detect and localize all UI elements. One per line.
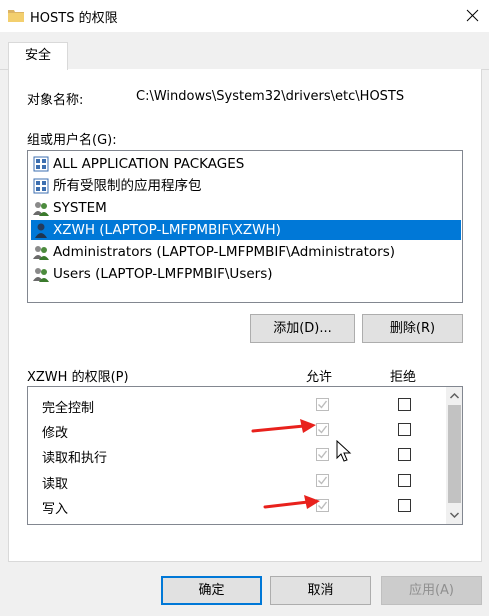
user-row-restricted-packages[interactable]: 所有受限制的应用程序包 (31, 176, 461, 196)
user-row-label: Administrators (LAPTOP-LMFPMBIF\Administ… (53, 244, 396, 260)
ok-button[interactable]: 确定 (161, 576, 262, 605)
allow-column-header: 允许 (306, 370, 333, 385)
permission-name: 读取 (42, 477, 69, 492)
cancel-button[interactable]: 取消 (270, 576, 371, 605)
permission-name: 读取和执行 (42, 451, 108, 466)
group-list-label: 组或用户名(G): (27, 133, 117, 148)
close-icon (466, 9, 479, 22)
users-group-icon (33, 202, 49, 216)
title-bar: HOSTS 的权限 (0, 0, 489, 32)
user-row-label: Users (LAPTOP-LMFPMBIF\Users) (53, 266, 273, 282)
users-group-icon (33, 268, 49, 282)
deny-checkbox[interactable] (398, 474, 411, 487)
object-name-value: C:\Windows\System32\drivers\etc\HOSTS (136, 89, 405, 104)
red-arrow-icon (251, 419, 316, 433)
permissions-list: 完全控制 修改 读取和执行 读取 写入 (27, 386, 463, 525)
user-row-label: 所有受限制的应用程序包 (53, 178, 202, 194)
user-icon (35, 223, 47, 238)
scroll-up-icon[interactable] (446, 389, 463, 403)
permission-row-write: 写入 (42, 496, 442, 517)
deny-checkbox[interactable] (398, 499, 411, 512)
user-row-all-app-packages[interactable]: ALL APPLICATION PACKAGES (31, 154, 461, 174)
permission-row-full-control: 完全控制 (42, 395, 442, 416)
deny-checkbox[interactable] (398, 423, 411, 436)
allow-checkbox[interactable] (316, 398, 329, 411)
deny-checkbox[interactable] (398, 448, 411, 461)
permission-row-read-execute: 读取和执行 (42, 445, 442, 466)
app-package-icon (33, 156, 49, 172)
user-row-xzwh[interactable]: XZWH (LAPTOP-LMFPMBIF\XZWH) (31, 220, 461, 240)
deny-column-header: 拒绝 (390, 370, 417, 385)
allow-checkbox[interactable] (316, 474, 329, 487)
deny-checkbox[interactable] (398, 398, 411, 411)
allow-checkbox[interactable] (316, 448, 329, 461)
red-arrow-icon (263, 495, 320, 509)
user-row-label: SYSTEM (53, 200, 107, 216)
app-package-icon (33, 178, 49, 194)
object-name-label: 对象名称: (27, 93, 84, 108)
user-list[interactable]: ALL APPLICATION PACKAGES 所有受限制的应用程序包 SYS… (27, 150, 463, 303)
scrollbar-thumb[interactable] (448, 405, 461, 503)
check-icon (318, 450, 328, 459)
add-button[interactable]: 添加(D)... (250, 314, 355, 343)
mouse-cursor-icon (336, 440, 352, 462)
user-row-system[interactable]: SYSTEM (31, 198, 461, 218)
permission-name: 修改 (42, 426, 69, 441)
scroll-down-icon[interactable] (446, 508, 463, 522)
permission-row-read: 读取 (42, 471, 442, 492)
permissions-label: XZWH 的权限(P) (27, 370, 129, 385)
folder-icon (8, 10, 24, 22)
user-row-label: ALL APPLICATION PACKAGES (53, 156, 245, 172)
window-title: HOSTS 的权限 (30, 11, 118, 26)
close-button[interactable] (456, 0, 489, 32)
user-row-administrators[interactable]: Administrators (LAPTOP-LMFPMBIF\Administ… (31, 242, 461, 262)
permissions-scrollbar[interactable] (446, 387, 463, 524)
permission-row-modify: 修改 (42, 420, 442, 441)
check-icon (318, 400, 328, 409)
check-icon (318, 476, 328, 485)
user-row-users[interactable]: Users (LAPTOP-LMFPMBIF\Users) (31, 264, 461, 284)
remove-button[interactable]: 删除(R) (362, 314, 463, 343)
permission-name: 写入 (42, 502, 69, 517)
user-row-label: XZWH (LAPTOP-LMFPMBIF\XZWH) (53, 222, 281, 238)
permission-name: 完全控制 (42, 401, 95, 416)
tab-security[interactable]: 安全 (8, 42, 68, 70)
apply-button[interactable]: 应用(A) (381, 576, 482, 605)
users-group-icon (33, 246, 49, 260)
